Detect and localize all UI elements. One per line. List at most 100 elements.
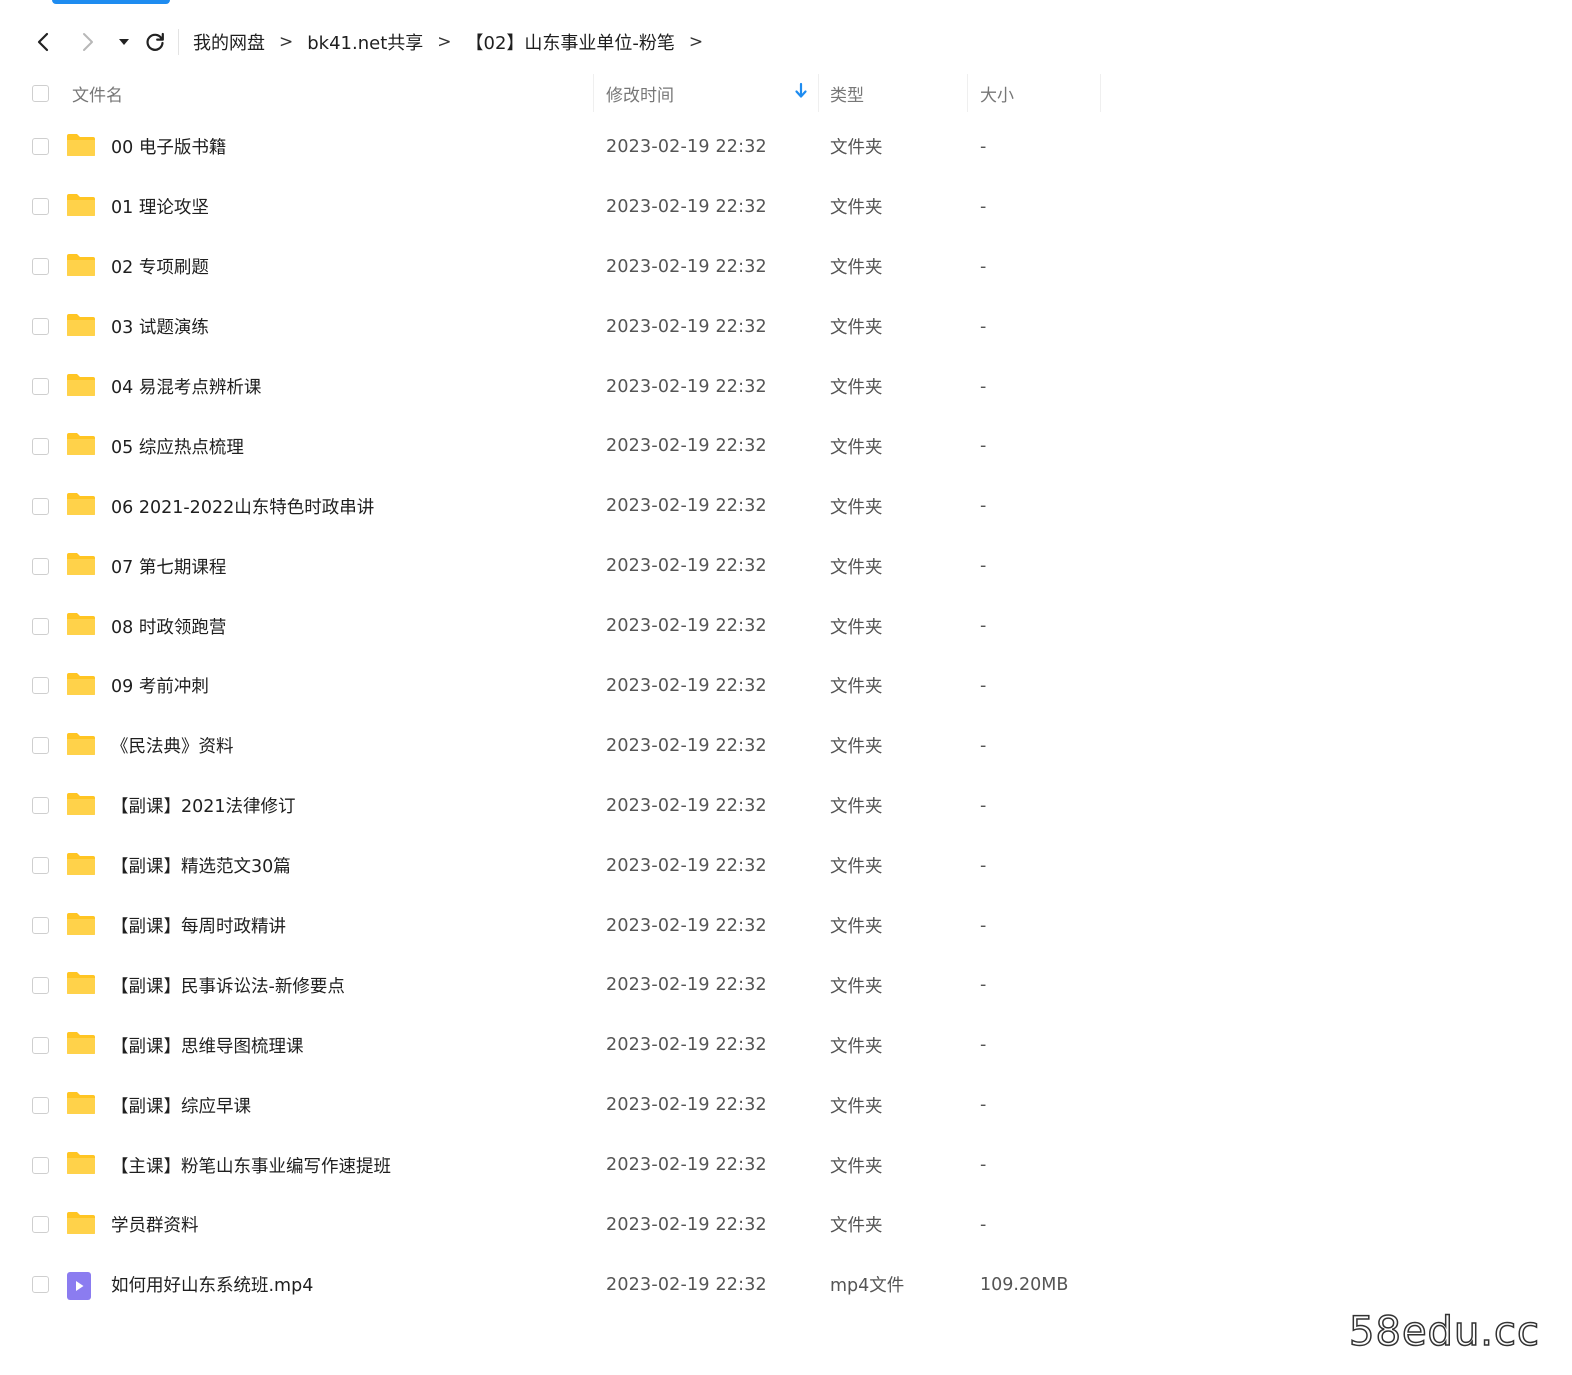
folder-icon xyxy=(66,732,96,761)
row-checkbox[interactable] xyxy=(31,1036,49,1054)
file-row[interactable]: 03 试题演练 2023-02-19 22:32 文件夹 - xyxy=(10,297,1102,357)
history-dropdown-button[interactable] xyxy=(110,24,138,60)
file-modified-time: 2023-02-19 22:32 xyxy=(606,136,767,157)
file-row[interactable]: 01 理论攻坚 2023-02-19 22:32 文件夹 - xyxy=(10,177,1102,237)
refresh-button[interactable] xyxy=(138,24,172,60)
row-select-cell xyxy=(10,536,70,596)
row-checkbox[interactable] xyxy=(31,797,49,815)
file-row[interactable]: 【副课】民事诉讼法-新修要点 2023-02-19 22:32 文件夹 - xyxy=(10,955,1102,1015)
file-name[interactable]: 04 易混考点辨析课 xyxy=(111,374,261,399)
row-select-cell xyxy=(10,1195,70,1255)
file-name[interactable]: 如何用好山东系统班.mp4 xyxy=(111,1272,313,1297)
row-select-cell xyxy=(10,297,70,357)
file-modified-time: 2023-02-19 22:32 xyxy=(606,196,767,217)
row-checkbox[interactable] xyxy=(31,497,49,515)
file-name[interactable]: 《民法典》资料 xyxy=(111,733,234,758)
row-checkbox[interactable] xyxy=(31,737,49,755)
row-checkbox[interactable] xyxy=(31,198,49,216)
file-name[interactable]: 【副课】2021法律修订 xyxy=(111,793,296,818)
column-header-size[interactable]: 大小 xyxy=(980,81,1014,106)
row-checkbox[interactable] xyxy=(31,617,49,635)
breadcrumb-item-current[interactable]: 【02】山东事业单位-粉笔 xyxy=(466,29,675,55)
file-row[interactable]: 08 时政领跑营 2023-02-19 22:32 文件夹 - xyxy=(10,596,1102,656)
file-row[interactable]: 05 综应热点梳理 2023-02-19 22:32 文件夹 - xyxy=(10,416,1102,476)
file-modified-time: 2023-02-19 22:32 xyxy=(606,1035,767,1056)
file-name[interactable]: 06 2021-2022山东特色时政串讲 xyxy=(111,494,374,519)
file-row[interactable]: 【主课】粉笔山东事业编写作速提班 2023-02-19 22:32 文件夹 - xyxy=(10,1135,1102,1195)
file-name[interactable]: 【副课】精选范文30篇 xyxy=(111,853,291,878)
select-all-checkbox[interactable] xyxy=(31,84,49,102)
row-checkbox[interactable] xyxy=(31,138,49,156)
file-name[interactable]: 【副课】民事诉讼法-新修要点 xyxy=(111,973,345,998)
breadcrumb-item-root[interactable]: 我的网盘 xyxy=(193,29,265,55)
file-name[interactable]: 【主课】粉笔山东事业编写作速提班 xyxy=(111,1153,391,1178)
row-checkbox[interactable] xyxy=(31,1216,49,1234)
file-row[interactable]: 09 考前冲刺 2023-02-19 22:32 文件夹 - xyxy=(10,656,1102,716)
file-row[interactable]: 【副课】精选范文30篇 2023-02-19 22:32 文件夹 - xyxy=(10,836,1102,896)
file-row[interactable]: 【副课】思维导图梳理课 2023-02-19 22:32 文件夹 - xyxy=(10,1015,1102,1075)
file-name[interactable]: 【副课】每周时政精讲 xyxy=(111,913,286,938)
file-row[interactable]: 《民法典》资料 2023-02-19 22:32 文件夹 - xyxy=(10,716,1102,776)
file-row[interactable]: 学员群资料 2023-02-19 22:32 文件夹 - xyxy=(10,1195,1102,1255)
back-button[interactable] xyxy=(26,24,60,60)
file-row[interactable]: 02 专项刷题 2023-02-19 22:32 文件夹 - xyxy=(10,237,1102,297)
file-name[interactable]: 08 时政领跑营 xyxy=(111,614,226,639)
row-checkbox[interactable] xyxy=(31,437,49,455)
file-row[interactable]: 06 2021-2022山东特色时政串讲 2023-02-19 22:32 文件夹 - xyxy=(10,476,1102,536)
file-row[interactable]: 【副课】每周时政精讲 2023-02-19 22:32 文件夹 - xyxy=(10,896,1102,956)
column-header-modified[interactable]: 修改时间 xyxy=(606,81,674,106)
file-row[interactable]: 【副课】2021法律修订 2023-02-19 22:32 文件夹 - xyxy=(10,776,1102,836)
column-divider[interactable] xyxy=(818,74,819,112)
file-name[interactable]: 学员群资料 xyxy=(111,1212,199,1237)
row-checkbox[interactable] xyxy=(31,976,49,994)
file-name[interactable]: 03 试题演练 xyxy=(111,314,209,339)
column-divider[interactable] xyxy=(593,74,594,112)
sort-descending-icon[interactable] xyxy=(794,82,808,105)
select-all-cell xyxy=(10,84,70,102)
file-name[interactable]: 02 专项刷题 xyxy=(111,254,209,279)
file-name[interactable]: 【副课】思维导图梳理课 xyxy=(111,1033,304,1058)
file-name[interactable]: 01 理论攻坚 xyxy=(111,194,209,219)
file-name[interactable]: 07 第七期课程 xyxy=(111,554,226,579)
file-name[interactable]: 09 考前冲刺 xyxy=(111,673,209,698)
file-name[interactable]: 00 电子版书籍 xyxy=(111,134,226,159)
file-name[interactable]: 05 综应热点梳理 xyxy=(111,434,244,459)
file-row[interactable]: 【副课】综应早课 2023-02-19 22:32 文件夹 - xyxy=(10,1075,1102,1135)
file-name[interactable]: 【副课】综应早课 xyxy=(111,1093,251,1118)
row-select-cell xyxy=(10,416,70,476)
file-type: 文件夹 xyxy=(830,378,883,398)
file-type: 文件夹 xyxy=(830,976,883,997)
chevron-left-icon xyxy=(37,32,49,52)
caret-down-icon xyxy=(119,39,129,45)
row-checkbox[interactable] xyxy=(31,677,49,695)
file-type: 文件夹 xyxy=(830,318,883,339)
file-row[interactable]: 00 电子版书籍 2023-02-19 22:32 文件夹 - xyxy=(10,117,1102,177)
row-select-cell xyxy=(10,836,70,896)
file-row[interactable]: 04 易混考点辨析课 2023-02-19 22:32 文件夹 - xyxy=(10,357,1102,417)
row-select-cell xyxy=(10,1255,70,1315)
row-checkbox[interactable] xyxy=(31,917,49,935)
file-row[interactable]: 如何用好山东系统班.mp4 2023-02-19 22:32 mp4文件 109.20… xyxy=(10,1255,1102,1315)
row-checkbox[interactable] xyxy=(31,318,49,336)
row-checkbox[interactable] xyxy=(31,1156,49,1174)
file-size: - xyxy=(980,556,987,577)
forward-button[interactable] xyxy=(66,24,110,60)
row-checkbox[interactable] xyxy=(31,258,49,276)
file-modified-time: 2023-02-19 22:32 xyxy=(606,675,767,696)
column-header-name[interactable]: 文件名 xyxy=(72,81,123,106)
column-header-type[interactable]: 类型 xyxy=(830,81,864,106)
row-checkbox[interactable] xyxy=(31,378,49,395)
row-checkbox[interactable] xyxy=(31,1276,49,1294)
breadcrumb-item-share[interactable]: bk41.net共享 xyxy=(307,29,423,55)
row-checkbox[interactable] xyxy=(31,557,49,575)
file-modified-time: 2023-02-19 22:32 xyxy=(606,376,767,397)
folder-icon xyxy=(66,193,96,222)
row-checkbox[interactable] xyxy=(31,1096,49,1114)
row-select-cell xyxy=(10,177,70,237)
folder-icon xyxy=(66,373,96,402)
file-row[interactable]: 07 第七期课程 2023-02-19 22:32 文件夹 - xyxy=(10,536,1102,596)
file-size: - xyxy=(980,256,987,277)
column-divider[interactable] xyxy=(967,74,968,112)
column-divider[interactable] xyxy=(1100,74,1101,112)
row-checkbox[interactable] xyxy=(31,857,49,875)
